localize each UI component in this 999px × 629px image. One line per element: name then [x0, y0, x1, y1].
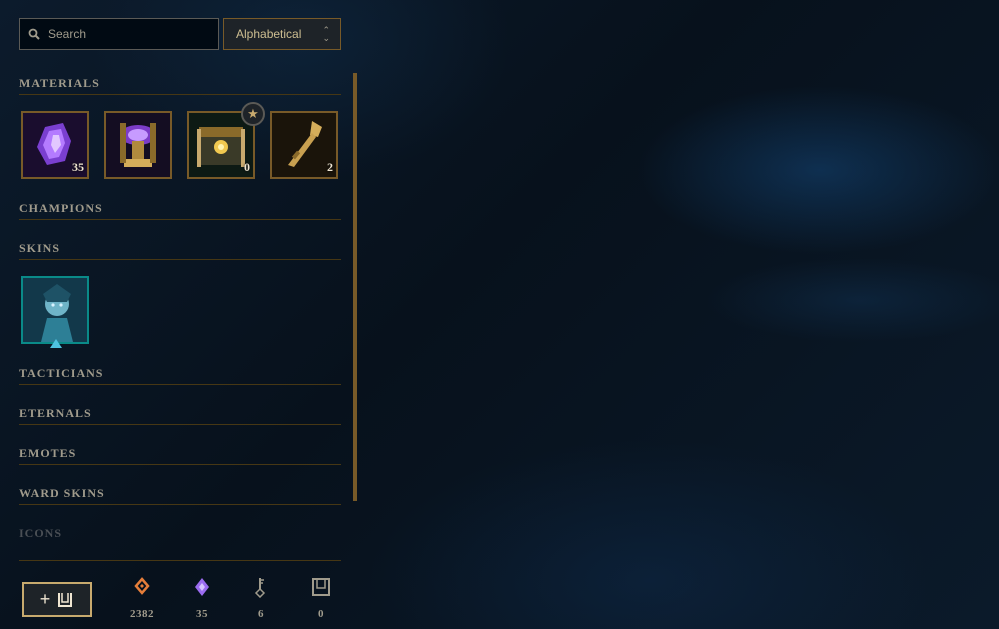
search-input[interactable]	[48, 27, 208, 41]
section-champions[interactable]: CHAMPIONS	[19, 198, 341, 220]
search-icon	[28, 28, 40, 40]
search-box[interactable]	[19, 18, 219, 50]
currency-value: 6	[258, 608, 264, 620]
section-eternals[interactable]: ETERNALS	[19, 403, 341, 425]
skin-tile[interactable]	[21, 276, 89, 344]
section-materials[interactable]: MATERIALS	[19, 73, 341, 95]
section-icons[interactable]: ICONS	[19, 523, 341, 545]
currency-blue-essence: 2382	[117, 576, 167, 620]
currency-value: 2382	[130, 608, 154, 620]
material-count: 35	[72, 160, 84, 174]
section-skins[interactable]: SKINS	[19, 238, 341, 260]
footer-divider	[19, 560, 341, 561]
champion-skin-portrait	[23, 278, 87, 342]
currency-mythic-essence: 35	[177, 576, 227, 620]
plus-label: +	[39, 589, 51, 609]
sort-selected-label: Alphabetical	[236, 27, 302, 41]
chalice-icon	[106, 113, 170, 177]
material-count: 2	[327, 160, 333, 174]
section-tacticians[interactable]: TACTICIANS	[19, 363, 341, 385]
mythic-essence-icon	[195, 578, 209, 596]
material-count: 0	[244, 160, 250, 174]
material-key[interactable]: 2	[270, 111, 338, 179]
rarity-indicator-icon	[50, 339, 62, 348]
loot-sidebar: Alphabetical ⌃⌄ MATERIALS 35	[0, 0, 360, 629]
scrollbar[interactable]	[353, 73, 357, 501]
chevron-up-down-icon: ⌃ ⌄	[322, 25, 330, 43]
material-gemstone[interactable]: 35	[21, 111, 89, 179]
add-chest-button[interactable]: +	[22, 582, 92, 617]
currency-value: 0	[318, 608, 324, 620]
chest-currency-icon	[312, 578, 330, 596]
currency-key-fragment: 6	[236, 576, 286, 620]
star-badge-icon: ★	[241, 102, 265, 126]
key-fragment-icon	[254, 578, 266, 598]
chest-icon	[58, 592, 73, 607]
blue-essence-icon	[134, 577, 150, 595]
currency-value: 35	[196, 608, 208, 620]
sort-dropdown[interactable]: Alphabetical ⌃ ⌄	[223, 18, 341, 50]
section-ward-skins[interactable]: WARD SKINS	[19, 483, 341, 505]
section-emotes[interactable]: EMOTES	[19, 443, 341, 465]
material-chalice[interactable]	[104, 111, 172, 179]
currency-chest: 0	[296, 576, 346, 620]
